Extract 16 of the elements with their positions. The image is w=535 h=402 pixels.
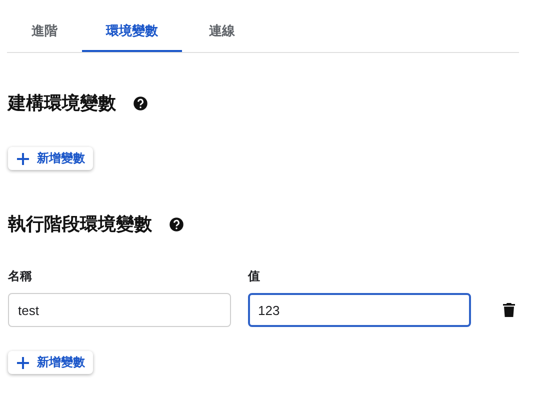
plus-icon (17, 356, 29, 368)
column-label: 值 (248, 268, 261, 285)
add-variable-button[interactable]: 新增變數 (8, 147, 93, 170)
value-field[interactable]: 123 (248, 293, 471, 327)
section-title: 執行階段環境變數 (8, 213, 152, 236)
delete-icon[interactable] (503, 303, 515, 317)
name-field[interactable]: test (8, 293, 231, 327)
tab[interactable]: 連線 (182, 20, 262, 52)
help-icon[interactable] (133, 96, 148, 110)
section-title: 建構環境變數 (8, 92, 116, 115)
tab[interactable]: 環境變數 (82, 20, 182, 52)
column-label: 名稱 (8, 268, 33, 285)
plus-icon (17, 152, 29, 164)
help-icon[interactable] (169, 216, 184, 232)
tab[interactable]: 進階 (7, 20, 82, 52)
add-variable-button[interactable]: 新增變數 (8, 351, 93, 374)
